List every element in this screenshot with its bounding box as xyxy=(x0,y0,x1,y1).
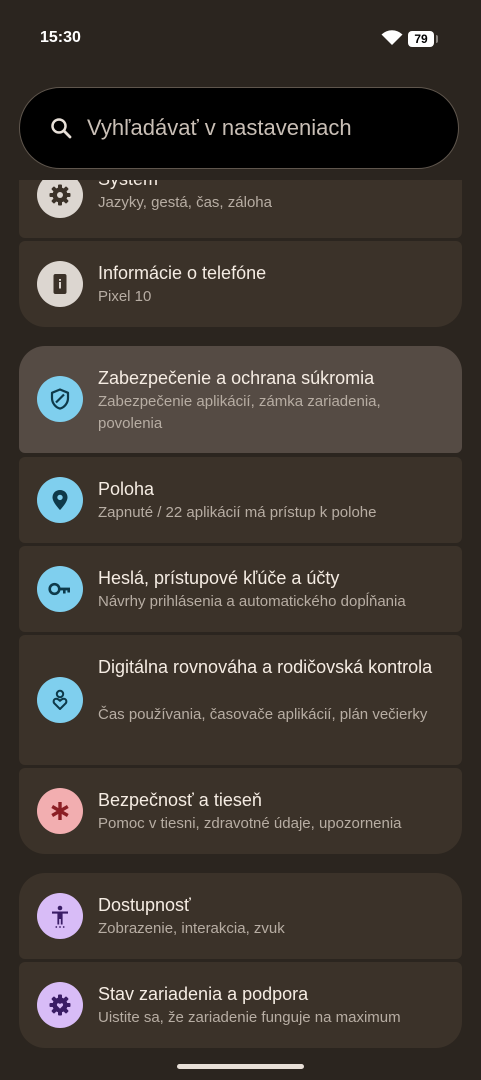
device-care-icon xyxy=(37,982,83,1028)
item-subtitle: Pixel 10 xyxy=(98,288,152,305)
item-title: Zabezpečenie a ochrana súkromia xyxy=(98,368,375,388)
settings-item-system[interactable]: Systém Jazyky, gestá, čas, záloha xyxy=(19,180,462,238)
search-bar[interactable]: Vyhľadávať v nastaveniach xyxy=(19,87,459,169)
item-title: Stav zariadenia a podpora xyxy=(98,984,309,1004)
item-subtitle: Pomoc v tiesni, zdravotné údaje, upozorn… xyxy=(98,815,402,832)
status-bar: 15:30 79 xyxy=(0,0,481,76)
location-pin-icon xyxy=(37,477,83,523)
item-subtitle: Návrhy prihlásenia a automatického dopĺň… xyxy=(98,593,406,610)
settings-item-security-privacy[interactable]: Zabezpečenie a ochrana súkromia Zabezpeč… xyxy=(19,346,462,453)
item-subtitle: Zabezpečenie aplikácií, zámka zariadenia… xyxy=(98,393,381,432)
phone-info-icon xyxy=(37,261,83,307)
accessibility-icon xyxy=(37,893,83,939)
item-title: Dostupnosť xyxy=(98,895,191,915)
settings-list[interactable]: Systém Jazyky, gestá, čas, záloha Inform… xyxy=(19,180,462,1060)
item-subtitle: Zapnuté / 22 aplikácií má prístup k polo… xyxy=(98,504,377,521)
settings-item-location[interactable]: Poloha Zapnuté / 22 aplikácií má prístup… xyxy=(19,457,462,543)
search-icon xyxy=(51,118,72,139)
item-title: Digitálna rovnováha a rodičovská kontrol… xyxy=(98,657,433,677)
shield-icon xyxy=(37,376,83,422)
gear-icon xyxy=(37,180,83,218)
wifi-icon xyxy=(381,30,403,45)
settings-item-safety-emergency[interactable]: Bezpečnosť a tieseň Pomoc v tiesni, zdra… xyxy=(19,768,462,854)
search-placeholder: Vyhľadávať v nastaveniach xyxy=(87,115,352,140)
key-icon xyxy=(37,566,83,612)
settings-item-accessibility[interactable]: Dostupnosť Zobrazenie, interakcia, zvuk xyxy=(19,873,462,959)
item-title: Bezpečnosť a tieseň xyxy=(98,790,262,810)
item-title: Poloha xyxy=(98,479,155,499)
item-title: Informácie o telefóne xyxy=(98,263,267,283)
battery-tip xyxy=(436,35,438,43)
item-title: Systém xyxy=(98,180,158,191)
settings-item-about-phone[interactable]: Informácie o telefóne Pixel 10 xyxy=(19,241,462,327)
item-subtitle: Uistite sa, že zariadenie funguje na max… xyxy=(98,1009,401,1026)
item-subtitle: Čas používania, časovače aplikácií, plán… xyxy=(98,706,428,723)
settings-item-device-care[interactable]: Stav zariadenia a podpora Uistite sa, že… xyxy=(19,962,462,1048)
item-subtitle: Jazyky, gestá, čas, záloha xyxy=(98,194,272,211)
wellbeing-icon xyxy=(37,677,83,723)
item-subtitle: Zobrazenie, interakcia, zvuk xyxy=(98,920,285,937)
settings-item-passwords-accounts[interactable]: Heslá, prístupové kľúče a účty Návrhy pr… xyxy=(19,546,462,632)
status-time: 15:30 xyxy=(40,29,81,46)
item-title: Heslá, prístupové kľúče a účty xyxy=(98,568,340,588)
home-indicator[interactable] xyxy=(177,1064,304,1069)
asterisk-icon xyxy=(37,788,83,834)
battery-icon: 79 xyxy=(408,31,434,47)
settings-item-digital-wellbeing[interactable]: Digitálna rovnováha a rodičovská kontrol… xyxy=(19,635,462,765)
battery-level: 79 xyxy=(414,32,428,46)
